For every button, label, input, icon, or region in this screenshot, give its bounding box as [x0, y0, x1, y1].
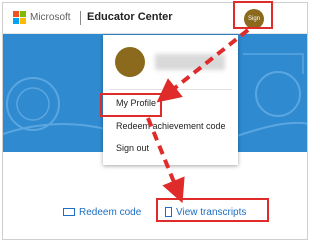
menu-item-sign-out[interactable]: Sign out	[116, 143, 149, 153]
redeem-code-label: Redeem code	[79, 207, 142, 218]
menu-item-redeem-achievement-code[interactable]: Redeem achievement code	[116, 121, 226, 131]
header-divider	[80, 11, 81, 25]
code-box-icon	[63, 208, 75, 217]
redacted-user-name	[155, 54, 225, 70]
highlight-view-transcripts-box	[156, 198, 269, 222]
highlight-avatar-box	[233, 1, 273, 29]
highlight-my-profile-box	[100, 93, 162, 117]
app-title[interactable]: Educator Center	[87, 11, 173, 23]
brand-name: Microsoft	[30, 12, 71, 23]
redeem-code-link[interactable]: Redeem code	[63, 207, 141, 218]
menu-divider	[109, 89, 232, 90]
microsoft-logo-icon	[13, 11, 26, 24]
avatar	[115, 47, 145, 77]
